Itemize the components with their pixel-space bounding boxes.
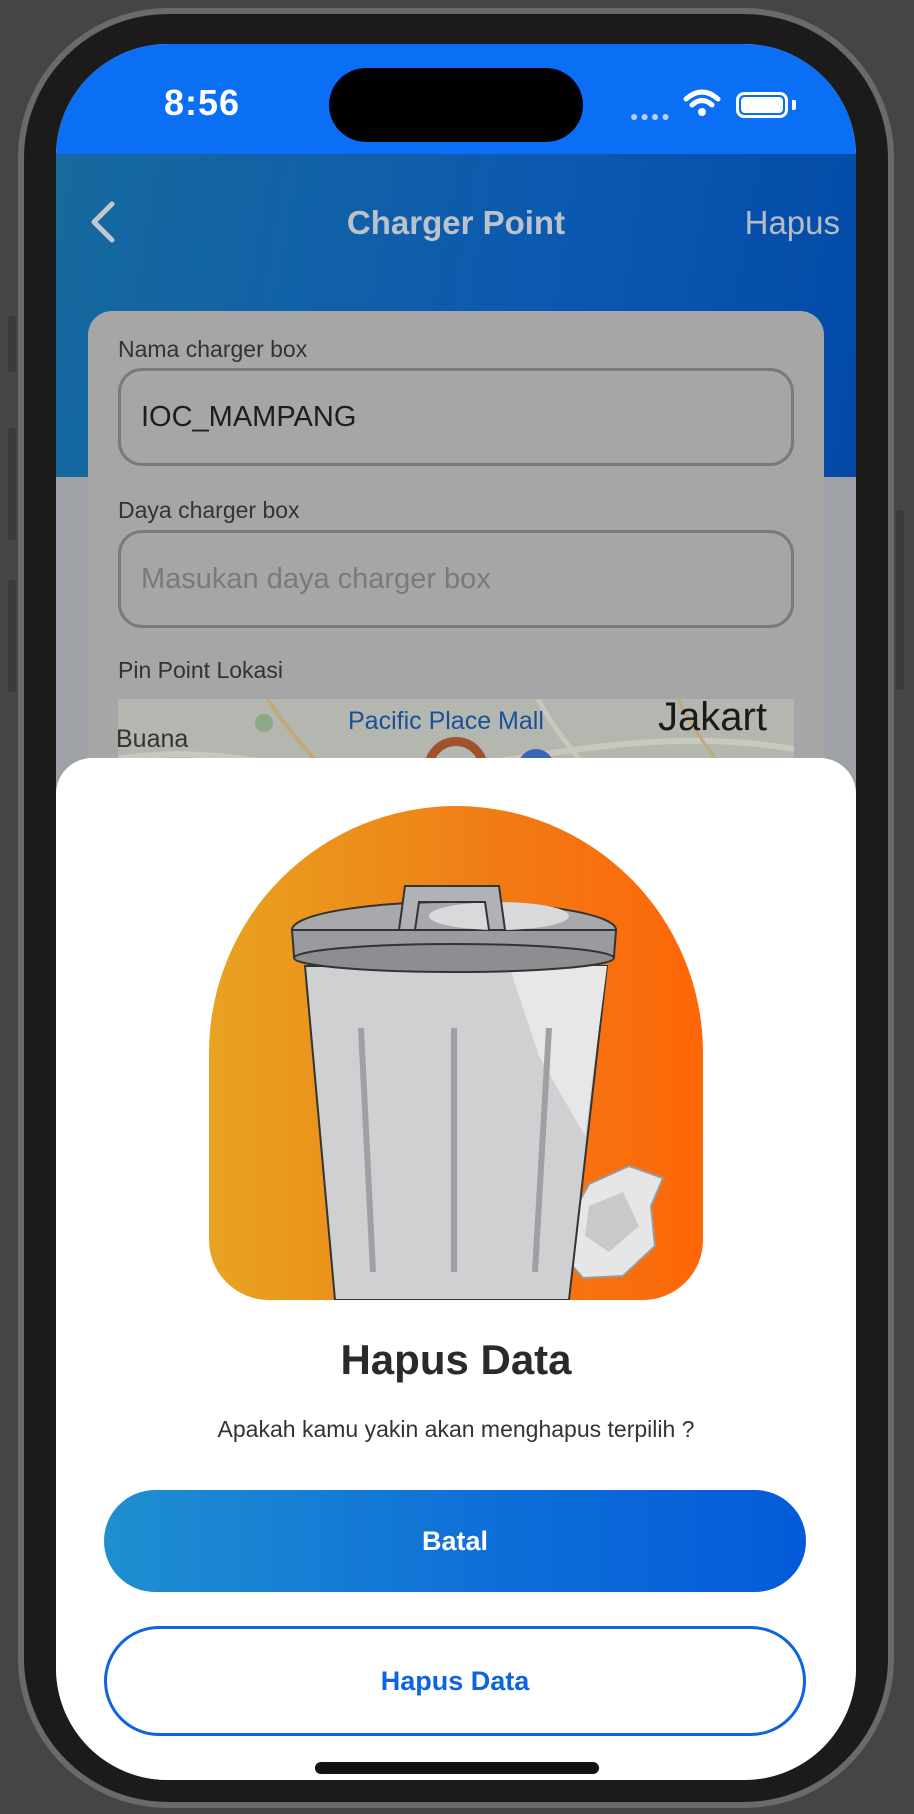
name-label: Nama charger box — [118, 336, 308, 362]
side-button — [8, 428, 16, 540]
power-field[interactable]: Masukan daya charger box — [118, 530, 794, 628]
cellular-dots-icon: ●●●● — [630, 108, 672, 124]
map-label: Jakart — [658, 699, 767, 739]
screen: Charger Point Hapus Nama charger box IOC… — [56, 44, 856, 1780]
map-label: Pacific Place Mall — [348, 707, 544, 735]
page-title: Charger Point — [346, 204, 566, 241]
wifi-icon — [683, 89, 721, 116]
trash-illustration — [209, 806, 703, 1300]
delete-link[interactable]: Hapus — [745, 204, 840, 242]
power-label: Daya charger box — [118, 497, 300, 523]
status-time: 8:56 — [164, 82, 241, 123]
confirm-delete-button[interactable]: Hapus Data — [104, 1626, 806, 1736]
trash-can-icon — [290, 885, 665, 1300]
dynamic-island — [329, 68, 583, 142]
status-bar: 8:56 ●●●● — [56, 44, 856, 154]
battery-icon — [736, 92, 788, 118]
dialog-title: Hapus Data — [340, 1336, 572, 1383]
battery-level — [741, 97, 783, 113]
battery-tip — [792, 100, 796, 110]
side-button — [896, 510, 904, 690]
form-card: Nama charger box IOC_MAMPANG Daya charge… — [88, 311, 824, 831]
cancel-button[interactable]: Batal — [104, 1490, 806, 1592]
map-label: Buana — [118, 725, 189, 753]
location-label: Pin Point Lokasi — [118, 657, 283, 683]
home-indicator — [315, 1762, 599, 1774]
delete-confirmation-sheet: Hapus Data Apakah kamu yakin akan mengha… — [56, 758, 856, 1780]
side-button — [8, 316, 16, 372]
side-button — [8, 580, 16, 692]
dialog-description: Apakah kamu yakin akan menghapus terpili… — [217, 1416, 695, 1442]
name-field[interactable]: IOC_MAMPANG — [118, 368, 794, 466]
